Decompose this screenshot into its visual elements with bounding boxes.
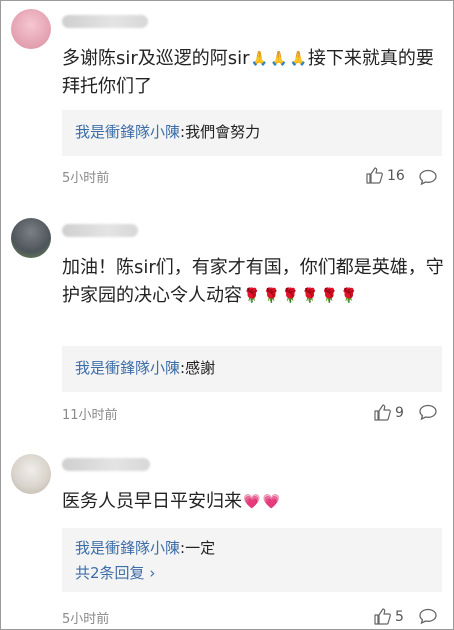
comment-time: 5小时前 <box>62 612 110 627</box>
like-button[interactable]: 16 <box>366 167 405 184</box>
reply-line: 我是衝鋒隊小陳:一定 <box>75 539 216 557</box>
like-count: 9 <box>395 404 404 421</box>
emoji: 💗 <box>243 494 261 510</box>
comment-bubble-icon[interactable] <box>418 169 438 186</box>
view-more-replies-link[interactable]: 共2条回复 › <box>75 563 155 583</box>
reply-text: 我們會努力 <box>185 123 261 141</box>
thumbs-up-icon <box>366 167 383 184</box>
like-count: 16 <box>387 167 405 184</box>
reply-author[interactable]: 我是衝鋒隊小陳 <box>75 123 180 141</box>
comment-time: 11小时前 <box>62 408 118 423</box>
reply-text: 一定 <box>185 539 216 557</box>
reply-author[interactable]: 我是衝鋒隊小陳 <box>75 359 180 377</box>
emoji: 🙏 <box>289 51 307 67</box>
reply-text: 感謝 <box>185 359 216 377</box>
comment-text: 医务人员早日平安归来💗 💗 <box>62 491 280 512</box>
username-blurred[interactable] <box>62 15 148 28</box>
username-blurred[interactable] <box>62 458 150 471</box>
reply-box[interactable]: 我是衝鋒隊小陳:感謝 <box>62 346 442 392</box>
like-button[interactable]: 5 <box>374 608 404 625</box>
reply-line: 我是衝鋒隊小陳:我們會努力 <box>75 123 261 141</box>
comment-bubble-icon[interactable] <box>418 404 438 421</box>
username-blurred[interactable] <box>62 224 138 237</box>
emoji: 🌹 <box>243 288 261 304</box>
like-button[interactable]: 9 <box>374 404 404 421</box>
emoji: 🌹 <box>262 288 280 304</box>
emoji: 🙏 <box>250 51 268 67</box>
like-count: 5 <box>395 608 404 625</box>
avatar[interactable] <box>11 218 51 258</box>
thumbs-up-icon <box>374 608 391 625</box>
emoji: 🌹 <box>320 288 339 304</box>
chevron-right-icon: › <box>149 564 156 582</box>
reply-author[interactable]: 我是衝鋒隊小陳 <box>75 539 180 557</box>
avatar[interactable] <box>11 454 51 494</box>
comment-text: 加油！陈sir们，有家才有国，你们都是英雄，守护家园的决心令人动容🌹 🌹 🌹 🌹 🌹 🌹 <box>62 257 444 306</box>
reply-line: 我是衝鋒隊小陳:感謝 <box>75 359 216 377</box>
comment-bubble-icon[interactable] <box>418 608 438 625</box>
comment-text: 多谢陈sir及巡逻的阿sir🙏 🙏 🙏接下来就真的要拜托你们了 <box>62 48 434 97</box>
emoji: 🌹 <box>340 288 358 304</box>
reply-box[interactable]: 我是衝鋒隊小陳:一定 共2条回复 › <box>62 528 442 592</box>
emoji: 🙏 <box>270 51 288 67</box>
emoji: 🌹 <box>301 288 319 304</box>
thumbs-up-icon <box>374 404 391 421</box>
comment-time: 5小时前 <box>62 171 110 186</box>
emoji: 💗 <box>262 494 280 510</box>
emoji: 🌹 <box>281 288 300 304</box>
reply-box[interactable]: 我是衝鋒隊小陳:我們會努力 <box>62 110 442 156</box>
avatar[interactable] <box>11 9 51 49</box>
